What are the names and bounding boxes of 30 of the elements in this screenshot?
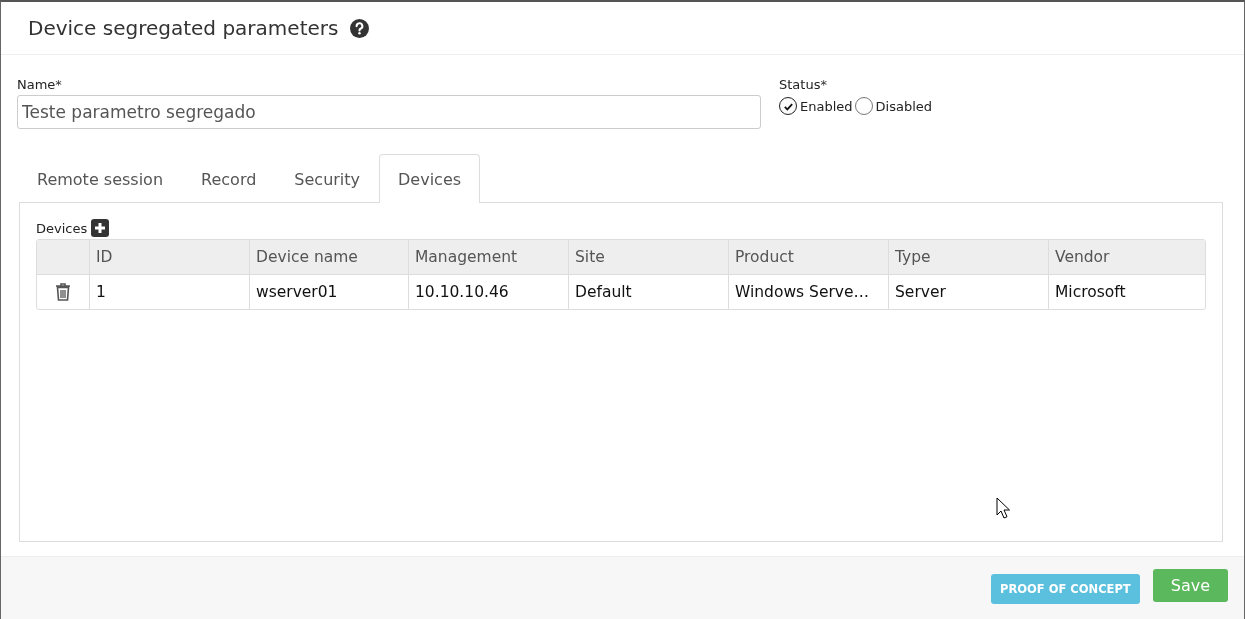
radio-label: Enabled <box>800 98 853 114</box>
column-header: Vendor <box>1048 240 1205 274</box>
add-icon[interactable] <box>91 219 110 237</box>
name-input[interactable]: Teste parametro segregado <box>17 95 761 129</box>
column-header: Management <box>408 240 568 274</box>
table-cell: Windows Serve… <box>728 275 888 309</box>
page-title: Device segregated parameters <box>28 16 339 40</box>
table-cell: 10.10.10.46 <box>408 275 568 309</box>
status-label: Status* <box>779 77 827 92</box>
tab[interactable]: Security <box>275 154 380 203</box>
devices-label: Devices <box>36 220 88 236</box>
table-cell: Server <box>888 275 1048 309</box>
table-cell: Microsoft <box>1048 275 1205 309</box>
tab[interactable]: Remote session <box>18 154 183 203</box>
table-cell: Default <box>568 275 728 309</box>
help-icon[interactable] <box>350 18 370 38</box>
mouse-pointer-icon <box>996 497 1010 519</box>
tab[interactable]: Record <box>182 154 276 203</box>
trash-icon[interactable] <box>55 283 71 301</box>
column-header: Site <box>568 240 728 274</box>
table-cell: wserver01 <box>249 275 408 309</box>
table-cell: 1 <box>89 275 249 309</box>
column-header: Type <box>888 240 1048 274</box>
name-label: Name* <box>17 77 62 92</box>
radio-label: Disabled <box>875 98 933 114</box>
column-header: Device name <box>249 240 408 274</box>
column-header: Product <box>728 240 888 274</box>
tab[interactable]: Devices <box>379 154 481 203</box>
column-header: ID <box>89 240 249 274</box>
radio-button[interactable] <box>779 97 797 115</box>
